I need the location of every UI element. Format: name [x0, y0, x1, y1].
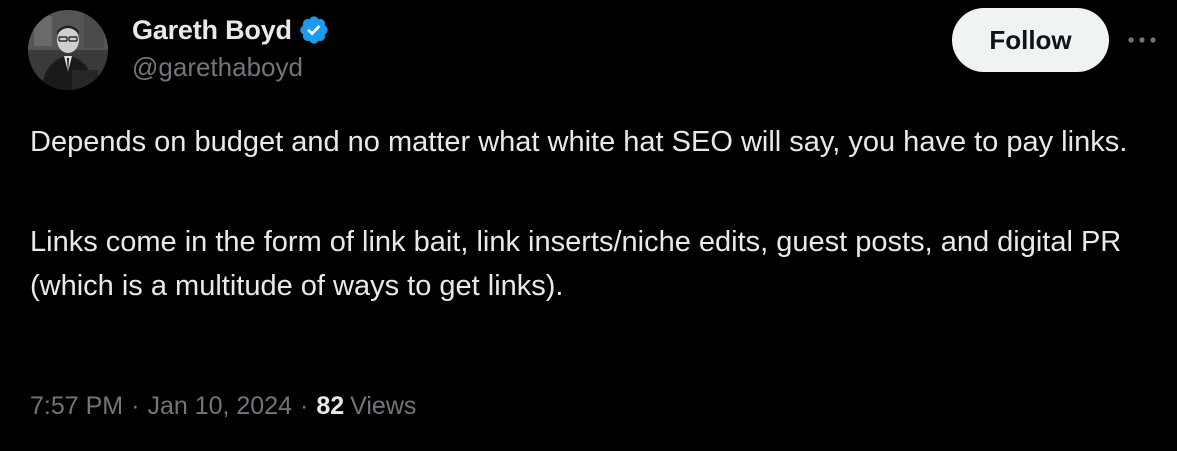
more-options-button[interactable] [1124, 26, 1160, 54]
tweet-date[interactable]: Jan 10, 2024 [147, 392, 292, 421]
tweet-text: Depends on budget and no matter what whi… [30, 120, 1160, 308]
views-count: 82 [316, 392, 345, 420]
meta-separator: · [300, 392, 309, 420]
tweet-card: Gareth Boyd @garethaboyd Follow Depends … [0, 0, 1177, 451]
follow-button[interactable]: Follow [952, 8, 1109, 72]
avatar[interactable] [28, 10, 108, 90]
verified-badge-icon[interactable] [298, 14, 330, 46]
author-name-row: Gareth Boyd [132, 12, 330, 48]
tweet-paragraph-1: Depends on budget and no matter what whi… [30, 126, 1128, 158]
more-horizontal-icon [1128, 37, 1156, 43]
profile-photo [28, 10, 108, 90]
author-handle[interactable]: @garethaboyd [132, 52, 303, 83]
views-label: Views [350, 392, 417, 420]
tweet-time[interactable]: 7:57 PM [30, 392, 123, 421]
author-display-name[interactable]: Gareth Boyd [132, 15, 292, 46]
meta-separator: · [131, 392, 140, 420]
tweet-meta: 7:57 PM · Jan 10, 2024 · 82 Views [30, 392, 416, 421]
tweet-paragraph-2: Links come in the form of link bait, lin… [30, 226, 1122, 302]
